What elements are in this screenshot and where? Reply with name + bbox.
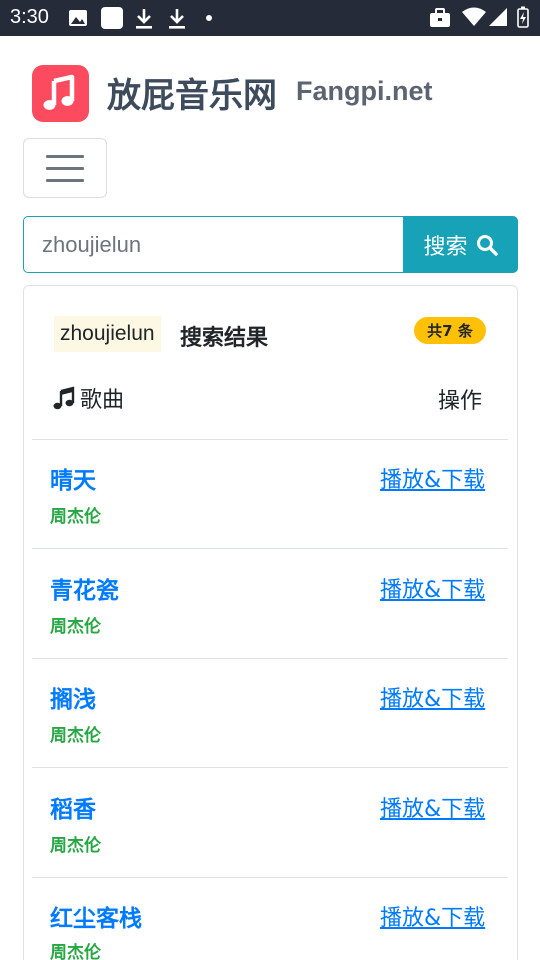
download-icon (169, 9, 185, 29)
song-title-link[interactable]: 红尘客栈 (50, 899, 142, 933)
play-download-link[interactable]: 播放&下载 (380, 900, 485, 932)
play-download-link[interactable]: 播放&下载 (380, 462, 485, 494)
music-note-icon (43, 74, 75, 110)
song-title-link[interactable]: 稻香 (50, 790, 96, 824)
results-label: 搜索结果 (180, 326, 269, 351)
site-domain[interactable]: Fangpi.net (296, 76, 433, 107)
song-column-label: 歌曲 (80, 388, 125, 413)
download-icon (136, 9, 152, 29)
song-column-header: 歌曲 (52, 382, 124, 414)
image-icon (69, 10, 87, 26)
status-time: 3:30 (10, 6, 49, 28)
notification-dot-icon (206, 15, 212, 21)
song-artist: 周杰伦 (50, 507, 101, 527)
song-title-link[interactable]: 晴天 (50, 461, 96, 495)
song-title-link[interactable]: 青花瓷 (50, 571, 119, 605)
song-artist: 周杰伦 (50, 943, 101, 960)
wifi-icon (462, 7, 486, 26)
hamburger-icon (46, 155, 84, 158)
menu-toggle-button[interactable] (23, 138, 107, 198)
battery-charging-icon (517, 6, 529, 28)
play-download-link[interactable]: 播放&下载 (380, 791, 485, 823)
music-note-icon (53, 386, 75, 410)
search-input[interactable]: zhoujielun (23, 216, 404, 273)
search-input-value: zhoujielun (42, 231, 142, 257)
action-column-header: 操作 (438, 389, 483, 414)
play-download-link[interactable]: 播放&下载 (380, 572, 485, 604)
site-title[interactable]: 放屁音乐网 (107, 68, 277, 117)
search-keyword-highlight: zhoujielun (54, 316, 161, 352)
row-divider (32, 767, 508, 768)
result-count-badge: 共7 条 (414, 317, 486, 344)
search-button[interactable]: 搜索 (403, 216, 518, 273)
briefcase-icon (430, 8, 450, 27)
status-bar: 3:30 (0, 0, 540, 36)
song-artist: 周杰伦 (50, 726, 101, 746)
song-artist: 周杰伦 (50, 836, 101, 856)
row-divider (32, 548, 508, 549)
cellular-signal-icon (489, 8, 507, 26)
play-download-link[interactable]: 播放&下载 (380, 681, 485, 713)
site-logo[interactable] (32, 65, 89, 122)
row-divider (32, 877, 508, 878)
app-square-icon (101, 7, 123, 29)
search-icon (476, 234, 498, 256)
song-artist: 周杰伦 (50, 617, 101, 637)
song-title-link[interactable]: 搁浅 (50, 680, 96, 714)
search-button-label: 搜索 (423, 234, 468, 260)
row-divider (32, 658, 508, 659)
row-divider (32, 439, 508, 440)
